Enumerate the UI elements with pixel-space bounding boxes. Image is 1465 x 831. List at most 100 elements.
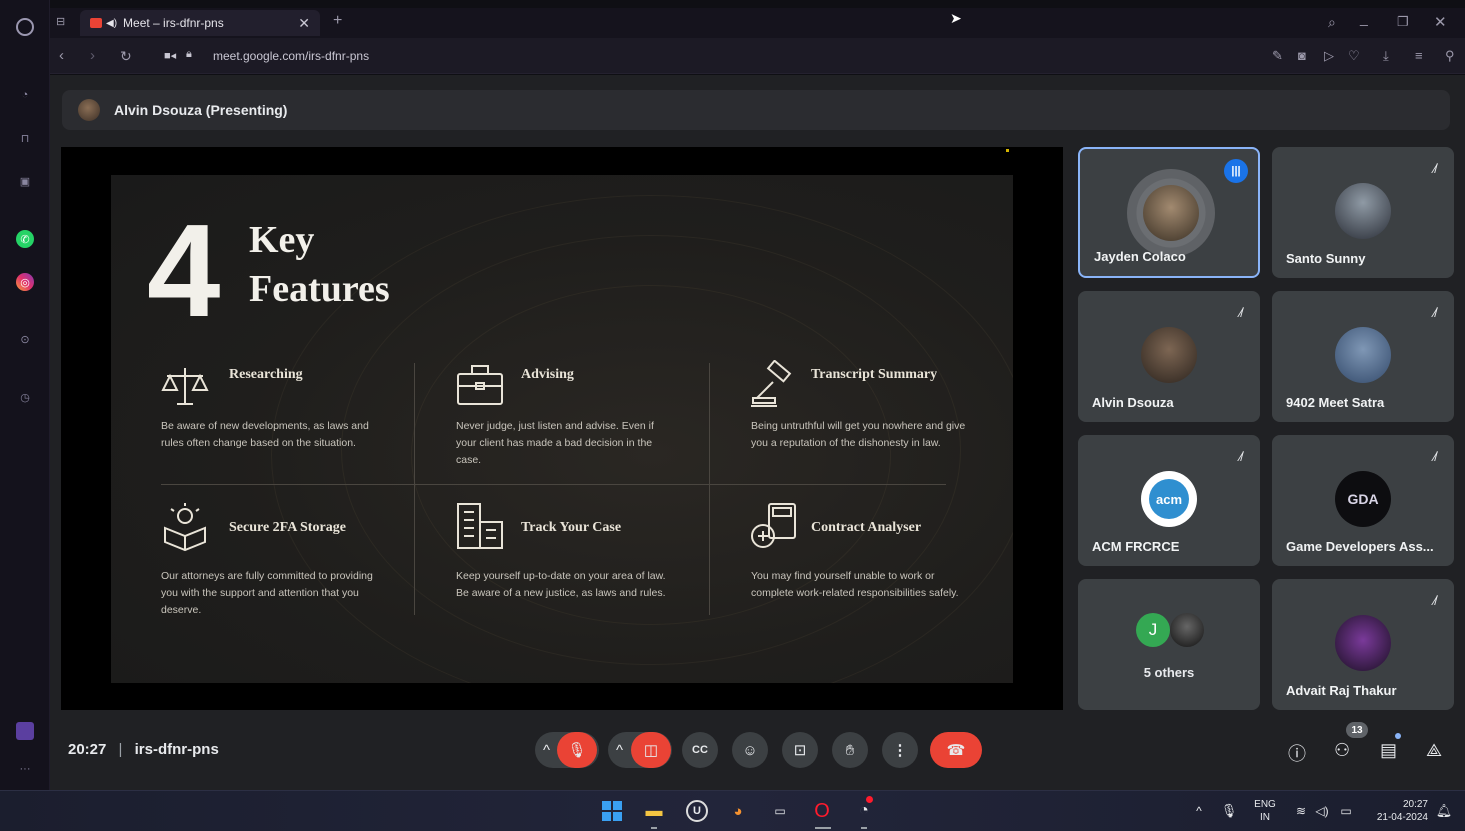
opera-gx-icon[interactable]: O: [811, 800, 833, 822]
camera-icon[interactable]: ◙: [1298, 48, 1306, 63]
divider: [414, 363, 415, 615]
file-explorer-icon[interactable]: ▬: [643, 800, 665, 822]
briefcase-icon: [457, 365, 503, 405]
participant-name: Alvin Dsouza: [1092, 395, 1174, 410]
history-icon[interactable]: ◷: [16, 388, 34, 406]
instagram-icon[interactable]: ◎: [16, 273, 34, 291]
region-code: IN: [1260, 812, 1270, 823]
player-icon[interactable]: ⊙: [16, 330, 34, 348]
search-icon[interactable]: ⌕: [1328, 14, 1336, 31]
tray-expand-icon[interactable]: ^: [1188, 800, 1210, 822]
minimize-icon[interactable]: _: [1360, 10, 1368, 26]
speed-dial-icon[interactable]: ◔: [16, 86, 34, 104]
profile-icon[interactable]: ⚲: [1445, 48, 1455, 64]
presenter-bar: Alvin Dsouza (Presenting): [62, 90, 1450, 130]
address-bar: ‹ › ↻ ■◂ 🔒︎ meet.google.com/irs-dfnr-pns…: [50, 38, 1465, 74]
url-text[interactable]: meet.google.com/irs-dfnr-pns: [213, 49, 369, 63]
close-tab-icon[interactable]: ✕: [298, 15, 310, 32]
download-icon[interactable]: ⤓: [1383, 48, 1389, 64]
info-icon[interactable]: ⓘ: [1288, 740, 1306, 766]
new-tab-button[interactable]: +: [333, 12, 342, 30]
windows-start-icon[interactable]: [601, 800, 623, 822]
people-icon[interactable]: ⚇: [1334, 740, 1350, 761]
raise-hand-button[interactable]: ✋︎: [832, 732, 868, 768]
blender-icon[interactable]: ◕: [727, 800, 749, 822]
meet-favicon-icon: [90, 18, 102, 28]
participant-tile[interactable]: GDA ⁄̸ Game Developers Ass...: [1272, 435, 1454, 566]
tab-meet[interactable]: ◀) Meet – irs-dfnr-pns ✕: [80, 10, 320, 36]
reactions-button[interactable]: ☺: [732, 732, 768, 768]
more-options-button[interactable]: ⋮: [882, 732, 918, 768]
avatar: [1143, 185, 1199, 241]
meeting-info: 20:27 | irs-dfnr-pns: [68, 741, 219, 758]
unreal-engine-icon[interactable]: U: [686, 800, 708, 822]
tab-label: Meet – irs-dfnr-pns: [123, 16, 224, 30]
avatar: [1170, 613, 1204, 647]
bag-icon[interactable]: ⊓: [16, 129, 34, 147]
hand-icon: ✋︎: [845, 741, 855, 759]
feature-description: Be aware of new developments, as laws an…: [161, 420, 369, 449]
feature-description: Keep yourself up-to-date on your area of…: [456, 570, 666, 599]
terminal-icon[interactable]: ▭: [769, 800, 791, 822]
language-indicator[interactable]: ENG IN: [1250, 798, 1280, 824]
participant-tile-others[interactable]: J 5 others: [1078, 579, 1260, 710]
tab-islands-icon[interactable]: ⊟: [56, 15, 65, 28]
presenter-label: Alvin Dsouza (Presenting): [114, 102, 288, 118]
mic-off-icon: ⁄̸: [1433, 593, 1436, 608]
mic-off-icon: ⁄̸: [1433, 305, 1436, 320]
notification-bell-icon[interactable]: 🔔︎: [1433, 800, 1455, 822]
heart-icon[interactable]: ♡: [1348, 48, 1360, 64]
participant-tile[interactable]: ⁄̸ Santo Sunny: [1272, 147, 1454, 278]
more-icon[interactable]: ···: [16, 760, 34, 778]
presentation-frame: 4 Key Features Researching Be aware of n…: [61, 147, 1063, 710]
close-window-icon[interactable]: ✕: [1434, 13, 1447, 31]
activities-icon[interactable]: ⟁: [1426, 740, 1442, 761]
participant-tile[interactable]: ⁄̸ Advait Raj Thakur: [1272, 579, 1454, 710]
reload-icon[interactable]: ↻: [120, 48, 132, 65]
volume-icon[interactable]: ◁): [1311, 800, 1333, 822]
present-button[interactable]: ⊡: [782, 732, 818, 768]
mic-off-icon: ⁄̸: [1239, 449, 1242, 464]
leave-call-button[interactable]: ☎︎: [930, 732, 982, 768]
extension-icon[interactable]: [16, 722, 34, 740]
participant-name: Game Developers Ass...: [1286, 539, 1434, 554]
wifi-icon[interactable]: ≋: [1290, 800, 1312, 822]
participant-tile[interactable]: ⁄̸ 9402 Meet Satra: [1272, 291, 1454, 422]
feature-title: Researching: [229, 367, 303, 382]
forward-icon[interactable]: ›: [90, 47, 95, 64]
battery-icon[interactable]: ▭: [1335, 800, 1357, 822]
settings-sliders-icon[interactable]: ≡: [1415, 48, 1423, 63]
language-code: ENG: [1254, 799, 1276, 810]
microphone-icon[interactable]: 🎙︎: [1218, 800, 1240, 822]
mic-toggle-button[interactable]: 🎙︎: [557, 732, 597, 768]
send-icon[interactable]: ▷: [1324, 48, 1334, 64]
meet-app: Alvin Dsouza (Presenting) 4 Key Features…: [50, 75, 1465, 790]
participant-tile[interactable]: ||| Jayden Colaco: [1078, 147, 1260, 278]
participant-tile[interactable]: ⁄̸ Alvin Dsouza: [1078, 291, 1260, 422]
back-icon[interactable]: ‹: [59, 47, 64, 64]
ai-icon[interactable]: ▣: [16, 172, 34, 190]
restore-icon[interactable]: ❐: [1397, 14, 1409, 30]
camera-indicator-icon[interactable]: ■◂: [164, 49, 176, 62]
captions-button[interactable]: CC: [682, 732, 718, 768]
feature-description: Never judge, just listen and advise. Eve…: [456, 420, 654, 466]
mic-off-icon: ⁄̸: [1239, 305, 1242, 320]
feature-title: Contract Analyser: [811, 520, 922, 535]
edit-icon[interactable]: ✎: [1272, 48, 1283, 64]
present-icon: ⊡: [793, 742, 807, 759]
clock[interactable]: 20:27 21-04-2024: [1366, 798, 1428, 824]
avatar-initial: J: [1136, 613, 1170, 647]
whatsapp-icon[interactable]: ✆: [16, 230, 34, 248]
chat-icon[interactable]: ▤: [1380, 740, 1397, 761]
lock-icon[interactable]: 🔒︎: [186, 48, 192, 61]
feature-description: You may find yourself unable to work or …: [751, 570, 959, 599]
mic-off-icon: 🎙︎: [567, 742, 587, 759]
camera-toggle-button[interactable]: ◫: [631, 732, 671, 768]
audio-playing-icon: ◀): [106, 17, 118, 29]
opera-logo-icon[interactable]: [16, 18, 34, 36]
gda-logo: GDA: [1335, 471, 1391, 527]
participant-tile[interactable]: acm ⁄̸ ACM FRCRCE: [1078, 435, 1260, 566]
divider: [161, 484, 946, 485]
feature-title: Advising: [521, 367, 574, 382]
opera-gx-alt-icon[interactable]: ◔: [853, 800, 875, 822]
